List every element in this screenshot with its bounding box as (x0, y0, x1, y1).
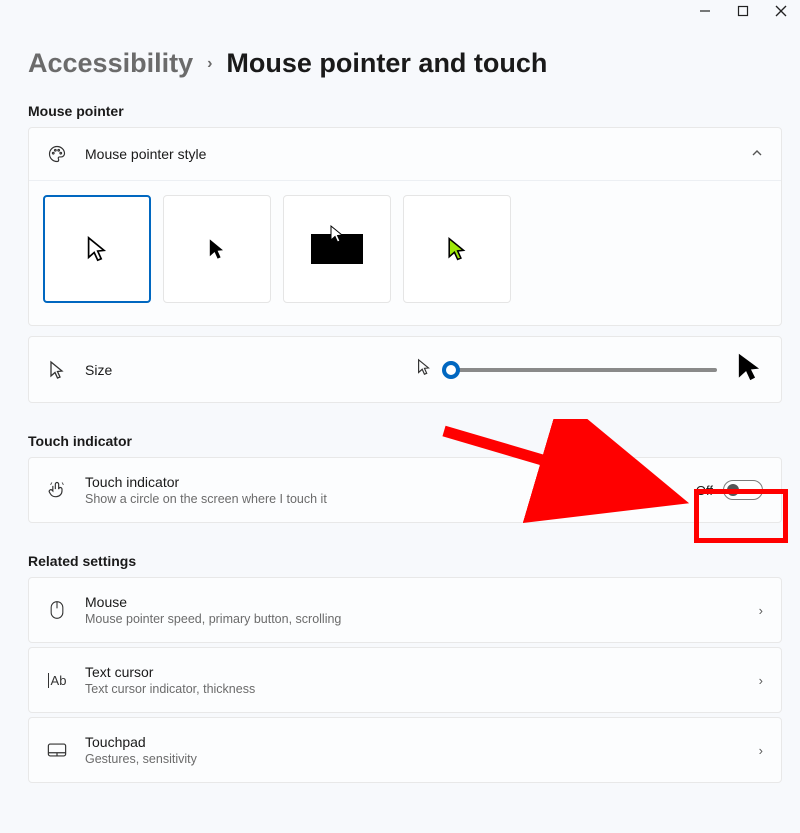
maximize-button[interactable] (736, 4, 750, 18)
pointer-style-option-inverted[interactable] (283, 195, 391, 303)
related-touchpad-title: Touchpad (85, 734, 741, 750)
touchpad-icon (47, 742, 67, 758)
related-text-cursor-card[interactable]: Ab Text cursor Text cursor indicator, th… (28, 647, 782, 713)
pointer-size-slider[interactable] (451, 368, 717, 372)
touch-indicator-toggle-wrap: Off (696, 480, 763, 500)
cursor-outline-icon (47, 360, 67, 380)
palette-icon (47, 144, 67, 164)
chevron-right-icon: › (759, 603, 763, 618)
chevron-right-icon: › (759, 673, 763, 688)
close-button[interactable] (774, 4, 788, 18)
pointer-size-row: Size (29, 337, 781, 402)
cursor-min-icon (415, 358, 433, 381)
pointer-style-options (29, 181, 781, 325)
touch-indicator-subtitle: Show a circle on the screen where I touc… (85, 492, 678, 506)
related-touchpad-subtitle: Gestures, sensitivity (85, 752, 741, 766)
window-controls (698, 4, 788, 18)
toggle-knob (727, 484, 739, 496)
breadcrumb: Accessibility › Mouse pointer and touch (28, 48, 782, 79)
section-touch-indicator-label: Touch indicator (28, 433, 782, 449)
pointer-size-card: Size (28, 336, 782, 403)
pointer-style-option-white[interactable] (43, 195, 151, 303)
related-mouse-card[interactable]: Mouse Mouse pointer speed, primary butto… (28, 577, 782, 643)
chevron-up-icon (751, 147, 763, 162)
related-text-cursor-subtitle: Text cursor indicator, thickness (85, 682, 741, 696)
touch-indicator-state-label: Off (696, 483, 713, 498)
related-touchpad-card[interactable]: Touchpad Gestures, sensitivity › (28, 717, 782, 783)
pointer-style-title: Mouse pointer style (85, 146, 733, 162)
breadcrumb-parent[interactable]: Accessibility (28, 48, 193, 79)
pointer-style-card: Mouse pointer style (28, 127, 782, 326)
related-mouse-subtitle: Mouse pointer speed, primary button, scr… (85, 612, 741, 626)
chevron-right-icon: › (759, 743, 763, 758)
pointer-style-option-custom[interactable] (403, 195, 511, 303)
touch-indicator-title: Touch indicator (85, 474, 678, 490)
touch-indicator-toggle[interactable] (723, 480, 763, 500)
cursor-max-icon (735, 353, 763, 386)
page-title: Mouse pointer and touch (226, 48, 547, 79)
section-mouse-pointer-label: Mouse pointer (28, 103, 782, 119)
text-cursor-icon: Ab (47, 673, 67, 688)
touch-icon (47, 480, 67, 500)
related-mouse-title: Mouse (85, 594, 741, 610)
touch-indicator-row: Touch indicator Show a circle on the scr… (29, 458, 781, 522)
minimize-button[interactable] (698, 4, 712, 18)
section-related-label: Related settings (28, 553, 782, 569)
slider-thumb[interactable] (442, 361, 460, 379)
mouse-icon (47, 600, 67, 620)
related-text-cursor-title: Text cursor (85, 664, 741, 680)
pointer-style-option-black[interactable] (163, 195, 271, 303)
pointer-style-header[interactable]: Mouse pointer style (29, 128, 781, 180)
touch-indicator-card: Touch indicator Show a circle on the scr… (28, 457, 782, 523)
pointer-size-label: Size (85, 362, 112, 378)
chevron-right-icon: › (207, 55, 212, 73)
